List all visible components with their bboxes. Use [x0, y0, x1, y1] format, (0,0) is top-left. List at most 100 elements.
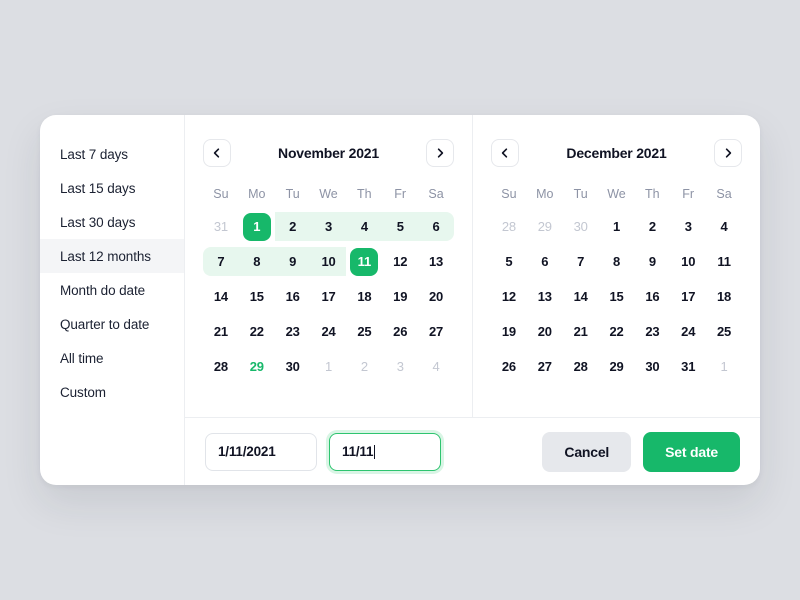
preset-item-month-do-date[interactable]: Month do date — [40, 273, 184, 307]
day-cell[interactable]: 16 — [634, 279, 670, 314]
preset-item-quarter-to-date[interactable]: Quarter to date — [40, 307, 184, 341]
day-cell[interactable]: 12 — [491, 279, 527, 314]
day-cell[interactable]: 4 — [346, 209, 383, 244]
weekday-label: Th — [645, 187, 660, 201]
day-cell[interactable]: 25 — [346, 314, 382, 349]
day-cell[interactable]: 16 — [275, 279, 311, 314]
day-cell[interactable]: 20 — [418, 279, 454, 314]
day-cell[interactable]: 31 — [670, 349, 706, 384]
day-cell[interactable]: 9 — [274, 244, 311, 279]
day-cell[interactable]: 1 — [311, 349, 347, 384]
day-cell[interactable]: 10 — [310, 244, 347, 279]
chevron-right-icon[interactable] — [426, 139, 454, 167]
day-cell[interactable]: 21 — [203, 314, 239, 349]
day-label: 23 — [645, 323, 660, 339]
set-date-button[interactable]: Set date — [643, 431, 740, 472]
day-cell[interactable]: 1 — [239, 209, 275, 244]
day-cell[interactable]: 19 — [491, 314, 527, 349]
preset-item-custom[interactable]: Custom — [40, 375, 184, 409]
day-cell[interactable]: 27 — [418, 314, 454, 349]
day-cell[interactable]: 8 — [238, 244, 275, 279]
day-cell[interactable]: 8 — [599, 244, 635, 279]
day-cell[interactable]: 3 — [670, 209, 706, 244]
day-cell[interactable]: 14 — [203, 279, 239, 314]
day-cell[interactable]: 29 — [527, 209, 563, 244]
day-cell[interactable]: 3 — [310, 209, 347, 244]
day-cell[interactable]: 13 — [527, 279, 563, 314]
day-cell[interactable]: 4 — [706, 209, 742, 244]
day-cell[interactable]: 23 — [275, 314, 311, 349]
day-cell[interactable]: 27 — [527, 349, 563, 384]
day-cell[interactable]: 18 — [706, 279, 742, 314]
day-cell[interactable]: 30 — [563, 209, 599, 244]
day-cell[interactable]: 13 — [418, 244, 454, 279]
day-cell[interactable]: 3 — [382, 349, 418, 384]
weekday-label: Su — [501, 187, 517, 201]
day-cell[interactable]: 1 — [706, 349, 742, 384]
preset-item-last-30-days[interactable]: Last 30 days — [40, 205, 184, 239]
weekday-label: Fr — [394, 187, 407, 201]
day-cell[interactable]: 5 — [382, 209, 419, 244]
day-cell[interactable]: 4 — [418, 349, 454, 384]
day-cell[interactable]: 24 — [670, 314, 706, 349]
day-cell[interactable]: 18 — [346, 279, 382, 314]
cancel-button[interactable]: Cancel — [542, 431, 632, 472]
day-cell[interactable]: 10 — [670, 244, 706, 279]
day-cell[interactable]: 11 — [706, 244, 742, 279]
day-cell[interactable]: 19 — [382, 279, 418, 314]
day-cell[interactable]: 29 — [599, 349, 635, 384]
calendar-title: December 2021 — [566, 145, 667, 161]
day-cell[interactable]: 26 — [382, 314, 418, 349]
day-cell[interactable]: 5 — [491, 244, 527, 279]
day-cell[interactable]: 6 — [418, 209, 454, 244]
day-cell[interactable]: 28 — [491, 209, 527, 244]
day-cell[interactable]: 26 — [491, 349, 527, 384]
preset-item-last-12-months[interactable]: Last 12 months — [40, 239, 184, 273]
day-cell[interactable]: 29 — [239, 349, 275, 384]
day-cell[interactable]: 12 — [382, 244, 418, 279]
day-cell[interactable]: 6 — [527, 244, 563, 279]
day-cell[interactable]: 14 — [563, 279, 599, 314]
calendar-row: November 2021 Su Mo Tu We Th Fr Sa 31 1 2 3 4 5 6 7 8 9 10… — [185, 115, 760, 417]
day-cell[interactable]: 21 — [563, 314, 599, 349]
day-cell[interactable]: 22 — [599, 314, 635, 349]
day-cell[interactable]: 22 — [239, 314, 275, 349]
day-cell[interactable]: 28 — [203, 349, 239, 384]
day-cell[interactable]: 20 — [527, 314, 563, 349]
chevron-left-icon[interactable] — [491, 139, 519, 167]
day-cell[interactable]: 2 — [274, 209, 311, 244]
start-date-input[interactable]: 1/11/2021 — [205, 432, 317, 471]
day-cell[interactable]: 23 — [634, 314, 670, 349]
day-cell[interactable]: 9 — [634, 244, 670, 279]
day-cell[interactable]: 28 — [563, 349, 599, 384]
day-cell[interactable]: 25 — [706, 314, 742, 349]
day-cell[interactable]: 2 — [346, 349, 382, 384]
preset-item-label: Month do date — [60, 282, 146, 298]
day-cell[interactable]: 15 — [599, 279, 635, 314]
day-cell[interactable]: 7 — [563, 244, 599, 279]
day-label: 2 — [289, 218, 297, 234]
preset-item-last-15-days[interactable]: Last 15 days — [40, 171, 184, 205]
week-row: 21 22 23 24 25 26 27 — [203, 314, 454, 349]
preset-item-last-7-days[interactable]: Last 7 days — [40, 137, 184, 171]
day-label: 1 — [242, 212, 271, 241]
chevron-left-icon[interactable] — [203, 139, 231, 167]
day-cell[interactable]: 17 — [311, 279, 347, 314]
day-cell[interactable]: 17 — [670, 279, 706, 314]
day-cell[interactable]: 24 — [311, 314, 347, 349]
day-cell[interactable]: 30 — [275, 349, 311, 384]
day-cell[interactable]: 30 — [634, 349, 670, 384]
weekday-label: We — [607, 187, 626, 201]
day-cell[interactable]: 2 — [634, 209, 670, 244]
day-cell[interactable]: 15 — [239, 279, 275, 314]
day-label: 26 — [393, 323, 408, 339]
day-cell[interactable]: 1 — [599, 209, 635, 244]
week-row: 26 27 28 29 30 31 1 — [491, 349, 742, 384]
day-cell[interactable]: 31 — [203, 209, 239, 244]
day-cell[interactable]: 11 — [346, 244, 382, 279]
preset-item-all-time[interactable]: All time — [40, 341, 184, 375]
week-row: 28 29 30 1 2 3 4 — [491, 209, 742, 244]
end-date-input[interactable]: 11/11 — [329, 432, 441, 471]
day-cell[interactable]: 7 — [203, 244, 239, 279]
chevron-right-icon[interactable] — [713, 139, 742, 167]
